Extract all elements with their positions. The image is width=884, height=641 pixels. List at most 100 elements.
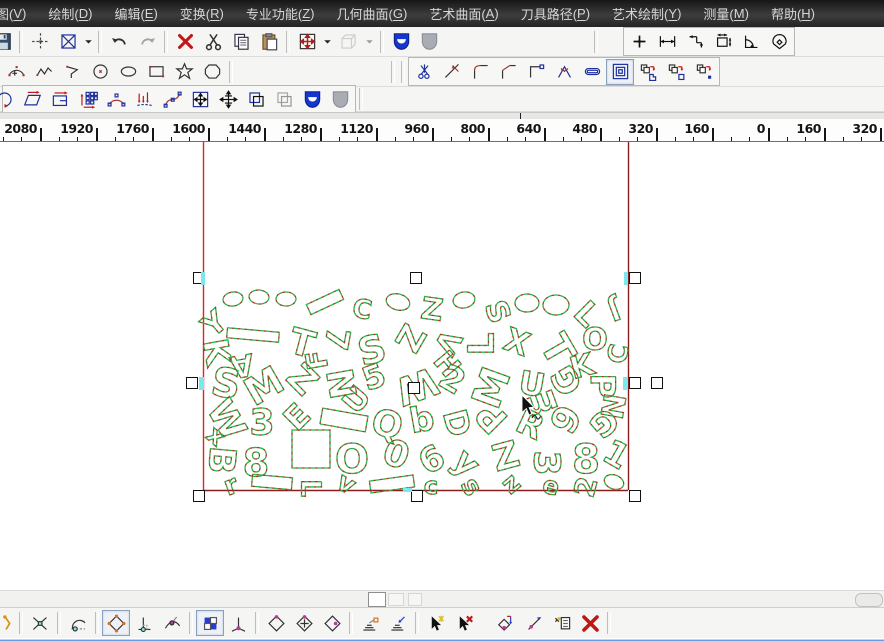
select-box-button[interactable] [54, 29, 82, 55]
curve-nodes-button[interactable] [158, 86, 186, 112]
snap-nearest-button[interactable] [158, 610, 186, 636]
selection-handle[interactable] [193, 490, 205, 502]
snap-quadrant-button[interactable] [102, 610, 130, 636]
menu-item-edit[interactable]: 编辑(E) [103, 0, 168, 27]
undo-button[interactable] [105, 29, 133, 55]
snap-highlight-mark [199, 377, 204, 390]
menu-item-geometry-surface[interactable]: 几何曲面(G) [326, 0, 419, 27]
snap-grid-button[interactable] [196, 610, 224, 636]
layer-stack-a-button[interactable] [356, 610, 384, 636]
crosshair-button[interactable] [26, 29, 54, 55]
selection-handle[interactable] [408, 382, 420, 394]
meas-arc-button[interactable] [765, 29, 793, 55]
shield-gray-button[interactable] [326, 86, 354, 112]
layer-stack-b-button[interactable] [384, 610, 412, 636]
cut-button[interactable] [199, 29, 227, 55]
mirror-button[interactable] [46, 86, 74, 112]
scrollbar-end-cap[interactable] [855, 593, 883, 607]
slot-button[interactable] [578, 59, 606, 85]
paste-button[interactable] [255, 29, 283, 55]
fillet-button[interactable] [466, 59, 494, 85]
snap-axes-button[interactable] [224, 610, 252, 636]
selection-handle[interactable] [410, 272, 422, 284]
layer-stack-a-icon [361, 614, 380, 633]
meas-step-button[interactable] [681, 29, 709, 55]
snap-perp-button[interactable] [130, 610, 158, 636]
draw-star-button[interactable] [170, 59, 198, 85]
copy-button[interactable] [227, 29, 255, 55]
scrollbar-thumb[interactable] [368, 592, 386, 607]
arc-nodes-button[interactable] [102, 86, 130, 112]
trim-button[interactable] [410, 59, 438, 85]
selection-handle[interactable] [186, 377, 198, 389]
offset-concentric-button[interactable] [606, 59, 634, 85]
dropdown-arrow-button[interactable] [321, 30, 334, 54]
move-node-button[interactable] [492, 610, 520, 636]
skew-button[interactable] [18, 86, 46, 112]
draw-arc-button[interactable] [2, 59, 30, 85]
meas-angle-button[interactable] [737, 29, 765, 55]
draw-ngon-button[interactable] [198, 59, 226, 85]
draw-polygon-button[interactable] [58, 59, 86, 85]
meas-point-button[interactable] [625, 29, 653, 55]
shield-gray-button[interactable] [415, 29, 443, 55]
selection-handle[interactable] [411, 490, 423, 502]
menu-item-view[interactable]: 图(V) [0, 0, 37, 27]
snap-intersect-button[interactable] [26, 610, 54, 636]
selection-handle[interactable] [629, 272, 641, 284]
draw-ellipse-button[interactable] [114, 59, 142, 85]
menu-item-transform[interactable]: 变换(R) [169, 0, 235, 27]
shield-blue-button[interactable] [298, 86, 326, 112]
pick-list-button[interactable] [548, 610, 576, 636]
corner-cut-button[interactable] [522, 59, 550, 85]
draw-rect-button[interactable] [142, 59, 170, 85]
ruler-major-tick [320, 128, 322, 141]
meas-rect-button[interactable] [709, 29, 737, 55]
group-button[interactable] [242, 86, 270, 112]
menu-item-measure[interactable]: 测量(M) [692, 0, 760, 27]
pick-line-button[interactable] [520, 610, 548, 636]
draw-circle-button[interactable] [86, 59, 114, 85]
selection-handle[interactable] [629, 377, 641, 389]
offset-copy-b-button[interactable] [662, 59, 690, 85]
snap-diamond-c-button[interactable] [318, 610, 346, 636]
extend-button[interactable] [438, 59, 466, 85]
dropdown-arrow-button[interactable] [362, 29, 377, 55]
horizontal-scrollbar[interactable] [0, 590, 884, 607]
scale-cross-button[interactable] [214, 86, 242, 112]
selection-handle[interactable] [629, 490, 641, 502]
rotate-button[interactable] [0, 86, 18, 112]
menu-item-draw[interactable]: 绘制(D) [37, 0, 103, 27]
delete-big-button[interactable] [576, 610, 604, 636]
draw-polyline-button[interactable] [30, 59, 58, 85]
snap-tangent-button[interactable] [64, 610, 92, 636]
dropdown-arrow-button[interactable] [82, 30, 95, 54]
drawing-canvas[interactable]: YYCCZZSSLLJJKKTT77SSZZVVLLXXTTOOCCAAFFHH… [0, 142, 884, 590]
redo-button[interactable] [133, 29, 161, 55]
meas-dist-button[interactable] [653, 29, 681, 55]
chamfer-button[interactable] [494, 59, 522, 85]
multi-fillet-button[interactable] [550, 59, 578, 85]
shield-blue-button[interactable] [387, 29, 415, 55]
scale-rect-button[interactable] [186, 86, 214, 112]
snap-diamond-a-button[interactable] [262, 610, 290, 636]
cursor-snap-yellow-button[interactable] [422, 610, 450, 636]
cursor-snap-red-button[interactable] [450, 610, 478, 636]
offset-copy-a-button[interactable] [634, 59, 662, 85]
snap-pen-button[interactable] [0, 610, 16, 636]
menu-item-pro-functions[interactable]: 专业功能(Z) [235, 0, 326, 27]
view-3d-button[interactable] [334, 29, 362, 55]
align-down-button[interactable] [130, 86, 158, 112]
transform-button[interactable] [293, 29, 321, 55]
selection-handle[interactable] [651, 377, 663, 389]
delete-button[interactable] [171, 29, 199, 55]
array-button[interactable] [74, 86, 102, 112]
offset-copy-c-button[interactable] [690, 59, 718, 85]
menu-item-toolpath[interactable]: 刀具路径(P) [510, 0, 601, 27]
menu-item-help[interactable]: 帮助(H) [760, 0, 826, 27]
save-button[interactable] [0, 29, 16, 55]
snap-diamond-b-button[interactable] [290, 610, 318, 636]
group-button[interactable] [270, 86, 298, 112]
menu-item-art-surface[interactable]: 艺术曲面(A) [418, 0, 509, 27]
menu-item-art-draw[interactable]: 艺术绘制(Y) [601, 0, 692, 27]
